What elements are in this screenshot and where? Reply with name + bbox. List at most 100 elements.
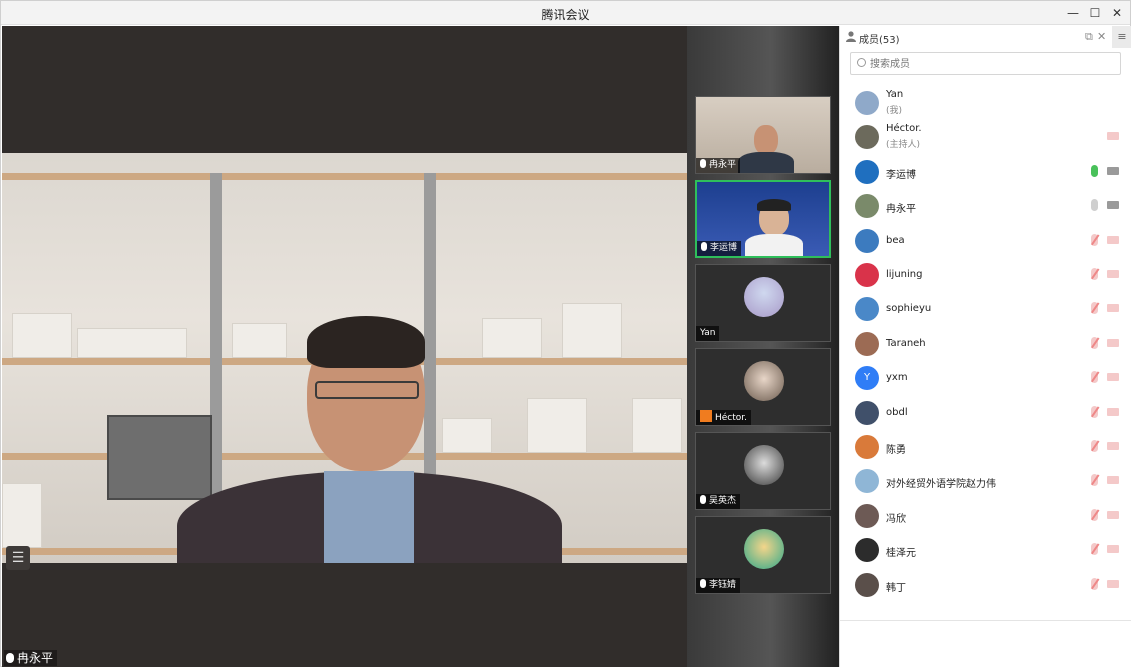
member-name: 桂泽元 bbox=[886, 548, 916, 560]
member-row[interactable]: lijuning bbox=[840, 258, 1131, 292]
video-tile[interactable]: Yan bbox=[695, 264, 831, 342]
member-row[interactable]: 韩丁 bbox=[840, 568, 1131, 602]
member-row[interactable]: 对外经贸外语学院赵力伟 bbox=[840, 464, 1131, 498]
microphone-muted-icon[interactable] bbox=[1091, 336, 1098, 349]
microphone-muted-icon[interactable] bbox=[1091, 268, 1098, 280]
member-row[interactable]: Taraneh bbox=[840, 327, 1131, 361]
camera-muted-icon[interactable] bbox=[1107, 270, 1119, 278]
members-header: 成员(53) ⧉ ✕ ≡ bbox=[840, 26, 1131, 48]
avatar bbox=[855, 91, 879, 115]
avatar bbox=[855, 538, 879, 563]
microphone-muted-icon[interactable] bbox=[1091, 508, 1098, 521]
video-tile[interactable]: 李运博 bbox=[695, 180, 831, 258]
member-row[interactable]: 冯欣 bbox=[840, 499, 1131, 533]
microphone-icon bbox=[700, 159, 706, 168]
camera-muted-icon[interactable] bbox=[1107, 304, 1119, 313]
member-name: obdl bbox=[886, 406, 908, 418]
avatar bbox=[855, 297, 879, 322]
member-name: yxm bbox=[886, 372, 908, 384]
member-row[interactable]: 冉永平 bbox=[840, 189, 1131, 223]
avatar bbox=[855, 194, 879, 219]
camera-icon[interactable] bbox=[1107, 166, 1119, 175]
member-role: (我) bbox=[886, 106, 903, 116]
member-name: Taraneh bbox=[886, 337, 926, 349]
member-row[interactable]: sophieyu bbox=[840, 292, 1131, 326]
avatar bbox=[855, 400, 879, 425]
avatar bbox=[855, 125, 879, 150]
microphone-muted-icon[interactable] bbox=[1091, 405, 1098, 418]
avatar bbox=[855, 159, 879, 184]
member-name: 李运博 bbox=[886, 169, 916, 181]
video-tile[interactable]: Héctor. bbox=[695, 348, 831, 426]
camera-muted-icon[interactable] bbox=[1107, 510, 1119, 519]
microphone-muted-icon[interactable] bbox=[1091, 543, 1098, 556]
minimize-button[interactable]: — bbox=[1062, 4, 1084, 22]
member-row[interactable]: obdl bbox=[840, 396, 1131, 430]
camera-muted-icon[interactable] bbox=[1107, 132, 1119, 141]
menu-icon[interactable]: ≡ bbox=[1112, 26, 1131, 48]
avatar bbox=[855, 572, 879, 597]
camera-muted-icon[interactable] bbox=[1107, 373, 1119, 382]
microphone-icon[interactable] bbox=[1091, 164, 1098, 177]
member-name: sophieyu bbox=[886, 303, 932, 315]
camera-muted-icon[interactable] bbox=[1107, 235, 1119, 244]
member-name: 陈勇 bbox=[886, 445, 906, 456]
avatar bbox=[855, 435, 879, 459]
avatar bbox=[855, 469, 879, 494]
camera-muted-icon[interactable] bbox=[1107, 338, 1119, 347]
meeting-window: 腾讯会议 — ☐ ✕ ☰ 冉永平 冉永平 李运博 Yan Héctor. 吴英杰… bbox=[0, 0, 1131, 667]
video-thumbnail-strip: 冉永平 李运博 Yan Héctor. 吴英杰 李钰婧 bbox=[687, 26, 839, 667]
member-role: (主持人) bbox=[886, 140, 921, 151]
search-input[interactable] bbox=[870, 56, 1110, 72]
member-name: 对外经贸外语学院赵力伟 bbox=[886, 479, 996, 491]
microphone-muted-icon[interactable] bbox=[1091, 302, 1098, 315]
microphone-muted-icon[interactable] bbox=[1091, 440, 1098, 452]
member-row[interactable]: Yan (我) bbox=[840, 86, 1131, 120]
member-row[interactable]: Yyxm bbox=[840, 361, 1131, 395]
avatar bbox=[855, 503, 879, 528]
camera-muted-icon[interactable] bbox=[1107, 545, 1119, 554]
member-row[interactable]: 李运博 bbox=[840, 155, 1131, 189]
video-tile[interactable]: 吴英杰 bbox=[695, 432, 831, 510]
microphone-muted-icon[interactable] bbox=[1091, 577, 1098, 590]
close-panel-icon[interactable]: ✕ bbox=[1097, 30, 1106, 43]
title-bar: 腾讯会议 — ☐ ✕ bbox=[1, 1, 1130, 25]
member-name: bea bbox=[886, 234, 905, 246]
camera-icon[interactable] bbox=[1107, 201, 1119, 210]
members-panel: 成员(53) ⧉ ✕ ≡ Yan (我) Héctor. (主持人) 李运博冉永平 bea… bbox=[839, 26, 1131, 667]
video-tile[interactable]: 李钰婧 bbox=[695, 516, 831, 594]
microphone-icon bbox=[6, 653, 14, 663]
member-row[interactable]: Héctor. (主持人) bbox=[840, 120, 1131, 154]
list-icon[interactable]: ☰ bbox=[6, 546, 30, 570]
camera-muted-icon[interactable] bbox=[1107, 579, 1119, 588]
member-search[interactable] bbox=[850, 52, 1121, 75]
video-tile[interactable]: 冉永平 bbox=[695, 96, 831, 174]
microphone-icon bbox=[701, 242, 707, 251]
microphone-muted-icon bbox=[700, 579, 706, 588]
camera-muted-icon[interactable] bbox=[1107, 442, 1119, 450]
search-icon bbox=[857, 58, 866, 67]
user-icon bbox=[846, 31, 856, 42]
member-name: 冉永平 bbox=[886, 204, 916, 216]
member-row[interactable]: 陈勇 bbox=[840, 430, 1131, 464]
main-video-stage[interactable]: ☰ 冉永平 bbox=[2, 26, 687, 667]
popout-icon[interactable]: ⧉ bbox=[1085, 30, 1093, 44]
camera-muted-icon[interactable] bbox=[1107, 476, 1119, 485]
member-name: 冯欣 bbox=[886, 513, 906, 525]
maximize-button[interactable]: ☐ bbox=[1084, 4, 1106, 22]
microphone-icon[interactable] bbox=[1091, 199, 1098, 212]
close-button[interactable]: ✕ bbox=[1106, 4, 1128, 22]
member-name: lijuning bbox=[886, 269, 923, 280]
member-row[interactable]: bea bbox=[840, 224, 1131, 258]
members-list: Yan (我) Héctor. (主持人) 李运博冉永平 bea lijuning sophi… bbox=[840, 84, 1131, 620]
member-row[interactable]: 桂泽元 bbox=[840, 533, 1131, 567]
microphone-muted-icon[interactable] bbox=[1091, 474, 1098, 487]
panel-footer bbox=[840, 620, 1131, 667]
avatar bbox=[744, 277, 784, 317]
avatar bbox=[855, 331, 879, 356]
avatar bbox=[744, 529, 784, 569]
microphone-muted-icon bbox=[700, 495, 706, 504]
camera-muted-icon[interactable] bbox=[1107, 407, 1119, 416]
microphone-muted-icon[interactable] bbox=[1091, 233, 1098, 246]
microphone-muted-icon[interactable] bbox=[1091, 371, 1098, 384]
